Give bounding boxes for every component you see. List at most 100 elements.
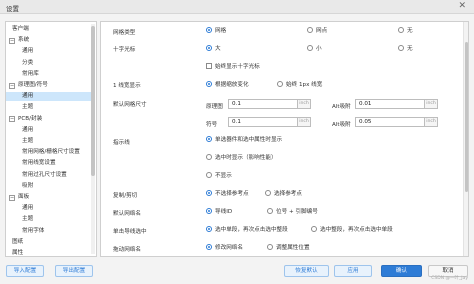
- radio-icon[interactable]: [267, 208, 273, 214]
- tree-item-label: 图纸: [12, 238, 24, 245]
- line-width-option-scale[interactable]: 根据缩放变化: [206, 81, 249, 89]
- radio-icon[interactable]: [311, 226, 317, 232]
- radio-icon[interactable]: [398, 27, 404, 33]
- settings-tree: 客户端 − 系统 通用 分类 常用库 − 原理图/符号 通用 主题 − PCB/封装 通用 主题 常用网格/…: [5, 21, 97, 257]
- crosshair-option-large[interactable]: 大: [206, 45, 221, 53]
- unit-label: inch: [425, 117, 438, 127]
- window-title: 设置: [6, 5, 19, 13]
- tree-item-label: 主题: [22, 104, 34, 111]
- drag-net-label: 拖动网络名: [113, 247, 141, 253]
- line-width-label: 1 线宽显示: [113, 83, 141, 89]
- radio-icon[interactable]: [206, 45, 212, 51]
- radio-icon[interactable]: [277, 81, 283, 87]
- checkbox-icon[interactable]: [206, 63, 212, 69]
- guide-line-label: 指示线: [113, 140, 130, 146]
- tree-item-label: 通用: [22, 126, 34, 133]
- drag-net-option-rename[interactable]: 修改网络名: [206, 244, 243, 252]
- unit-label: inch: [298, 99, 311, 109]
- tree-scrollbar[interactable]: [91, 24, 95, 254]
- tree-item-label: 常用字体: [22, 227, 45, 234]
- radio-icon[interactable]: [206, 136, 212, 142]
- tree-item-label: 主题: [22, 138, 34, 144]
- title-bar: 设置 ✕: [0, 0, 474, 14]
- collapse-icon[interactable]: −: [9, 116, 15, 123]
- schematic-grid-label: 原理图: [206, 104, 223, 110]
- grid-type-option-grid[interactable]: 网格: [206, 27, 226, 35]
- tree-item-label: 客户端: [12, 26, 29, 32]
- unit-label: inch: [425, 99, 438, 109]
- guide-line-option-single[interactable]: 单选器件和选中属性时显示: [206, 136, 282, 144]
- guide-line-option-selected[interactable]: 选中时显示（影响性能）: [206, 154, 277, 162]
- radio-icon[interactable]: [206, 190, 212, 196]
- radio-icon[interactable]: [206, 154, 212, 160]
- settings-scrollbar[interactable]: [463, 22, 468, 256]
- collapse-icon[interactable]: −: [9, 194, 15, 201]
- radio-icon[interactable]: [307, 27, 313, 33]
- tree-item-label: 常用库: [22, 70, 39, 77]
- tree-item-label: 吸附: [22, 182, 34, 189]
- guide-line-option-none[interactable]: 不显示: [206, 172, 232, 180]
- restore-defaults-button[interactable]: 恢复默认: [284, 265, 329, 277]
- grid-type-option-dot[interactable]: 网点: [307, 27, 327, 35]
- tree-item-label: 分类: [22, 59, 34, 66]
- tree-item-label: 常用线宽设置: [22, 160, 56, 167]
- grid-type-option-none[interactable]: 无: [398, 27, 413, 35]
- close-icon[interactable]: ✕: [458, 1, 466, 12]
- alt-snap-label: Alt吸附: [332, 104, 351, 110]
- tree-item-label: 通用: [22, 93, 34, 100]
- copy-cut-option-no-ref[interactable]: 不选择参考点: [206, 190, 249, 198]
- tree-item[interactable]: 通用: [6, 92, 91, 102]
- tree-item-label: 常用网格/栅格尺寸设置: [22, 149, 80, 156]
- copy-cut-option-ref[interactable]: 选择参考点: [265, 190, 302, 198]
- radio-icon[interactable]: [307, 45, 313, 51]
- alt-snap-input-2[interactable]: 0.05: [355, 117, 425, 127]
- symbol-grid-label: 符号: [206, 122, 218, 128]
- alt-snap-label-2: Alt吸附: [332, 122, 351, 128]
- radio-icon[interactable]: [206, 81, 212, 87]
- single-wire-option-whole[interactable]: 选中整段，再次点击选中单段: [311, 226, 393, 234]
- radio-icon[interactable]: [206, 27, 212, 33]
- crosshair-option-none[interactable]: 无: [398, 45, 413, 53]
- export-config-button[interactable]: 导出配置: [55, 265, 93, 277]
- default-grid-label: 默认网格尺寸: [113, 102, 147, 108]
- settings-scroll-thumb[interactable]: [465, 42, 468, 192]
- radio-icon[interactable]: [206, 226, 212, 232]
- apply-button[interactable]: 应用: [334, 265, 372, 277]
- tree-item-label: 面板: [18, 194, 30, 200]
- tree-item-label: 通用: [22, 205, 34, 212]
- line-width-option-1px[interactable]: 始终 1px 线宽: [277, 81, 322, 89]
- radio-icon[interactable]: [398, 45, 404, 51]
- drag-net-option-move[interactable]: 调整属性位置: [267, 244, 310, 252]
- watermark: CSDN @一叶_Jay: [431, 276, 468, 281]
- crosshair-label: 十字光标: [113, 47, 136, 53]
- radio-icon[interactable]: [206, 208, 212, 214]
- always-show-crosshair-checkbox[interactable]: 始终显示十字光标: [206, 63, 260, 71]
- settings-panel: 网格类型 网格 网点 无 十字光标 大 小 无 始终显示十字光标 1 线宽显示 …: [100, 21, 469, 257]
- unit-label: inch: [298, 117, 311, 127]
- grid-type-label: 网格类型: [113, 30, 136, 36]
- tree-item-label: 系统: [18, 37, 30, 44]
- radio-icon[interactable]: [265, 190, 271, 196]
- net-name-option-designator[interactable]: 位号 + 引脚编号: [267, 208, 318, 216]
- net-name-option-wire-id[interactable]: 导线ID: [206, 208, 232, 216]
- import-config-button[interactable]: 导入配置: [6, 265, 44, 277]
- tree-item-label: 常用过孔尺寸设置: [22, 171, 67, 178]
- tree-scroll-thumb[interactable]: [91, 26, 95, 176]
- radio-icon[interactable]: [267, 244, 273, 250]
- tree-item-label: 属性: [12, 250, 24, 256]
- ok-button[interactable]: 确认: [381, 265, 422, 277]
- symbol-grid-input[interactable]: 0.1: [228, 117, 298, 127]
- net-name-label: 默认网络名: [113, 211, 141, 217]
- copy-cut-label: 复制/剪切: [113, 193, 138, 199]
- tree-item-label: PCB/封装: [18, 115, 43, 122]
- collapse-icon[interactable]: −: [9, 37, 15, 44]
- single-wire-option-segment[interactable]: 选中单段，再次点击选中整段: [206, 226, 288, 234]
- alt-snap-input[interactable]: 0.01: [355, 99, 425, 109]
- tree-item-label: 主题: [22, 216, 34, 223]
- schematic-grid-input[interactable]: 0.1: [228, 99, 298, 109]
- radio-icon[interactable]: [206, 244, 212, 250]
- tree-item-label: 通用: [22, 48, 34, 55]
- collapse-icon[interactable]: −: [9, 82, 15, 89]
- radio-icon[interactable]: [206, 172, 212, 178]
- crosshair-option-small[interactable]: 小: [307, 45, 322, 53]
